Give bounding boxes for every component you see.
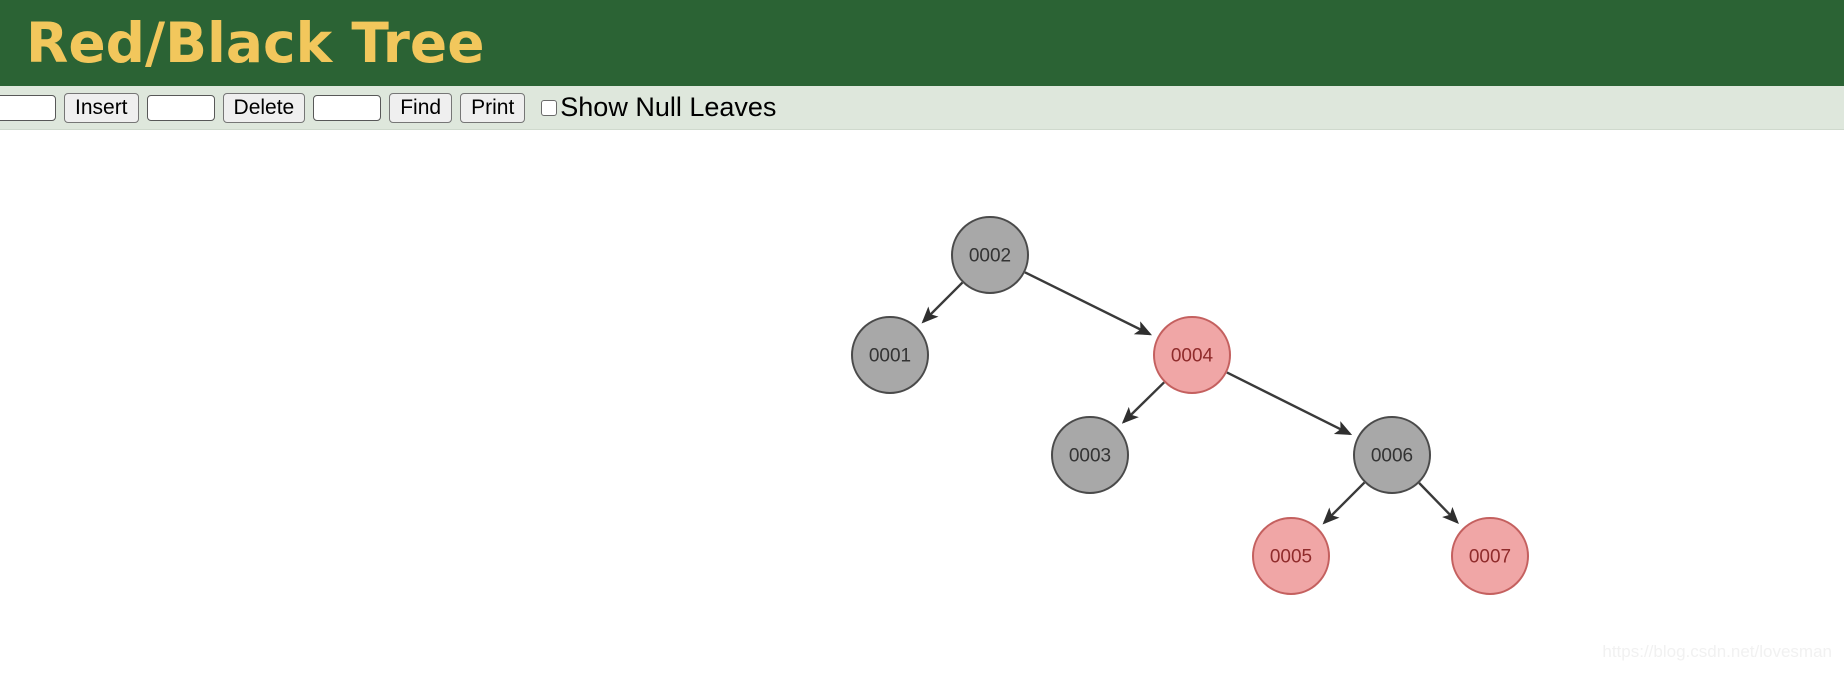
toolbar: Insert Delete Find Print Show Null Leave… — [0, 86, 1844, 130]
node-label: 0005 — [1270, 547, 1312, 568]
node-label: 0006 — [1371, 446, 1413, 467]
tree-node[interactable]: 0001 — [851, 316, 929, 394]
red-black-tree-graph: 0002 0001 0004 0003 0006 0005 0007 — [851, 216, 1529, 595]
node-label: 0003 — [1069, 446, 1111, 467]
node-label: 0007 — [1469, 547, 1511, 568]
tree-edge — [1024, 271, 1153, 336]
tree-canvas: 0002 0001 0004 0003 0006 0005 0007 — [0, 131, 1844, 680]
tree-edge — [1121, 381, 1165, 424]
insert-button[interactable]: Insert — [64, 92, 139, 123]
node-label: 0004 — [1171, 346, 1214, 367]
delete-button[interactable]: Delete — [222, 92, 306, 123]
show-null-leaves-checkbox[interactable] — [541, 99, 558, 116]
delete-value-input[interactable] — [146, 94, 215, 121]
insert-value-input[interactable] — [0, 94, 56, 121]
watermark: https://blog.csdn.net/lovesman — [1602, 642, 1832, 661]
tree-node[interactable]: 0002 — [951, 216, 1029, 294]
tree-node[interactable]: 0006 — [1353, 416, 1431, 494]
tree-edge — [921, 281, 964, 324]
show-null-leaves-label[interactable]: Show Null Leaves — [560, 94, 776, 121]
node-label: 0001 — [869, 346, 911, 367]
tree-edge — [1226, 371, 1353, 436]
tree-node[interactable]: 0005 — [1252, 517, 1330, 595]
tree-nodes: 0002 0001 0004 0003 0006 0005 0007 — [851, 216, 1529, 595]
find-value-input[interactable] — [313, 94, 382, 121]
app-header: Red/Black Tree — [0, 0, 1844, 86]
tree-edge — [1322, 481, 1366, 525]
node-label: 0002 — [969, 246, 1011, 267]
page-title: Red/Black Tree — [26, 10, 485, 75]
tree-node[interactable]: 0007 — [1451, 517, 1529, 595]
print-button[interactable]: Print — [460, 92, 526, 123]
tree-node[interactable]: 0004 — [1153, 316, 1231, 394]
find-button[interactable]: Find — [389, 92, 453, 123]
tree-edge — [1418, 482, 1459, 524]
show-null-leaves-control[interactable]: Show Null Leaves — [541, 94, 776, 121]
tree-node[interactable]: 0003 — [1051, 416, 1129, 494]
